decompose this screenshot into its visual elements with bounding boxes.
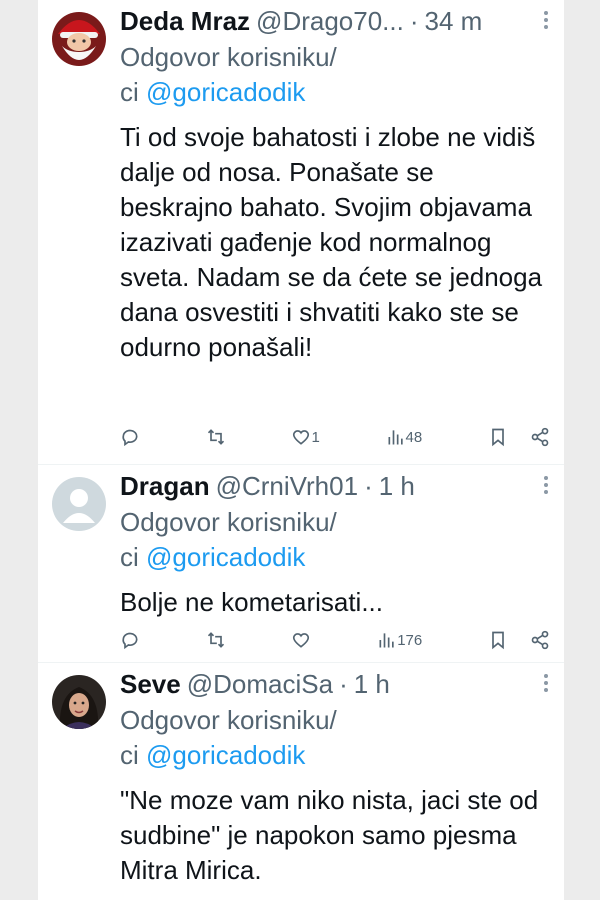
heart-icon <box>293 430 310 445</box>
views-icon <box>388 430 403 445</box>
views-button[interactable]: 176 <box>377 630 422 650</box>
heart-icon <box>293 633 310 648</box>
tweet-header: Dragan @CrniVrh01 · 1 h <box>120 467 550 505</box>
tweet-header: Deda Mraz @Drago70... · 34 m <box>120 2 550 40</box>
reply-button[interactable] <box>120 427 140 447</box>
tweet-actions: 176 <box>120 625 550 655</box>
like-button[interactable] <box>291 630 311 650</box>
view-count: 48 <box>405 428 423 446</box>
views-button[interactable]: 48 <box>386 427 423 447</box>
like-count: 1 <box>311 428 320 446</box>
reply-cont: ci <box>120 740 146 770</box>
tweet-header: Seve @DomaciSa · 1 h <box>120 665 550 703</box>
tweet[interactable]: Dragan @CrniVrh01 · 1 h Odgovor korisnik… <box>38 465 564 663</box>
default-avatar[interactable] <box>52 477 106 531</box>
timestamp[interactable]: 1 h <box>354 665 390 703</box>
mention-link[interactable]: @goricadodik <box>146 542 305 572</box>
more-options-icon[interactable] <box>536 8 556 36</box>
bookmark-icon <box>492 631 504 650</box>
reply-context: Odgovor korisniku/ ci @goricadodik <box>120 703 550 773</box>
author-name[interactable]: Deda Mraz <box>120 2 250 40</box>
reply-icon <box>122 632 138 650</box>
separator-dot: · <box>409 6 419 36</box>
reply-context: Odgovor korisniku/ ci @goricadodik <box>120 505 550 575</box>
tweet[interactable]: Deda Mraz @Drago70... · 34 m Odgovor kor… <box>38 0 564 465</box>
bookmark-button[interactable] <box>488 630 508 650</box>
reply-feed: Deda Mraz @Drago70... · 34 m Odgovor kor… <box>38 0 564 900</box>
view-count: 176 <box>397 631 423 649</box>
more-options-icon[interactable] <box>536 671 556 699</box>
tweet[interactable]: Seve @DomaciSa · 1 h Odgovor korisniku/ … <box>38 663 564 900</box>
like-button[interactable]: 1 <box>291 427 320 447</box>
reply-prefix: Odgovor korisniku/ <box>120 42 337 72</box>
timestamp[interactable]: 34 m <box>425 2 483 40</box>
author-name[interactable]: Dragan <box>120 467 210 505</box>
reply-icon <box>122 429 138 447</box>
screenshot-page: Deda Mraz @Drago70... · 34 m Odgovor kor… <box>0 0 600 900</box>
retweet-button[interactable] <box>206 630 226 650</box>
share-button[interactable] <box>530 630 550 650</box>
tweet-content: Dragan @CrniVrh01 · 1 h Odgovor korisnik… <box>120 467 550 620</box>
bookmark-button[interactable] <box>488 427 508 447</box>
mention-link[interactable]: @goricadodik <box>146 77 305 107</box>
tweet-text: "Ne moze vam niko nista, jaci ste od sud… <box>120 785 539 885</box>
woman-photo-avatar[interactable] <box>52 675 106 729</box>
author-handle[interactable]: @Drago70... <box>256 2 404 40</box>
separator-dot: · <box>339 669 348 699</box>
retweet-icon <box>207 632 224 648</box>
tweet-text: Bolje ne kometarisati... <box>120 587 384 617</box>
retweet-icon <box>207 429 224 445</box>
reply-button[interactable] <box>120 630 140 650</box>
reply-cont: ci <box>120 542 146 572</box>
tweet-text: Ti od svoje bahatosti i zlobe ne vidiš d… <box>120 122 543 362</box>
share-button[interactable] <box>530 427 550 447</box>
santa-avatar[interactable] <box>52 12 106 66</box>
share-icon <box>531 630 549 650</box>
views-icon <box>379 633 394 648</box>
more-options-icon[interactable] <box>536 473 556 501</box>
bookmark-icon <box>492 428 504 447</box>
author-handle[interactable]: @DomaciSa <box>187 665 333 703</box>
reply-prefix: Odgovor korisniku/ <box>120 705 337 735</box>
left-margin <box>0 0 38 900</box>
tweet-content: Deda Mraz @Drago70... · 34 m Odgovor kor… <box>120 2 550 365</box>
author-name[interactable]: Seve <box>120 665 181 703</box>
author-handle[interactable]: @CrniVrh01 <box>216 467 358 505</box>
mention-link[interactable]: @goricadodik <box>146 740 305 770</box>
reply-context: Odgovor korisniku/ ci @goricadodik <box>120 40 550 110</box>
tweet-content: Seve @DomaciSa · 1 h Odgovor korisniku/ … <box>120 665 550 888</box>
reply-cont: ci <box>120 77 146 107</box>
share-icon <box>531 427 549 447</box>
reply-prefix: Odgovor korisniku/ <box>120 507 337 537</box>
separator-dot: · <box>364 471 373 501</box>
timestamp[interactable]: 1 h <box>379 467 415 505</box>
right-margin <box>564 0 600 900</box>
retweet-button[interactable] <box>206 427 226 447</box>
tweet-actions: 1 48 <box>120 422 550 452</box>
